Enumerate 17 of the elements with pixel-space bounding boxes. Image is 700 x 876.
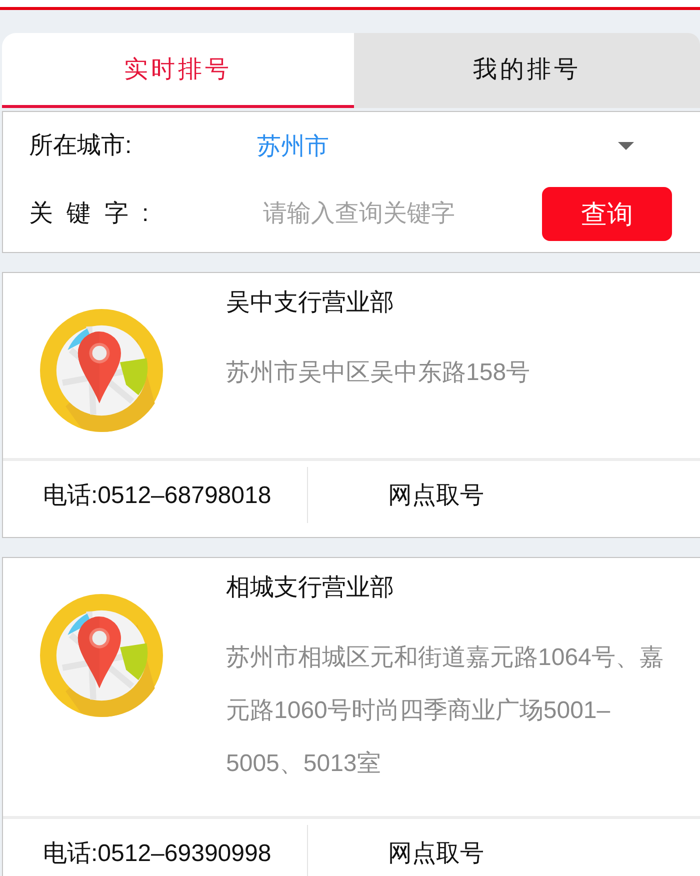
caret-icon bbox=[618, 142, 634, 150]
map-pin-icon bbox=[40, 309, 163, 432]
branch-name: 吴中支行营业部 bbox=[226, 288, 395, 318]
phone-number: 电话:0512–69390998 bbox=[43, 839, 272, 869]
branch-name: 相城支行营业部 bbox=[226, 573, 395, 603]
keyword-label: 关 键 字 : bbox=[29, 199, 150, 229]
city-label: 所在城市: bbox=[29, 131, 133, 161]
tab[interactable]: 实时排号 bbox=[2, 33, 354, 108]
branch-address: 苏州市相城区元和街道嘉元路1064号、嘉元路1060号时尚四季商业广场5001–5005、5013室 bbox=[226, 643, 664, 779]
query-button[interactable]: 查询 bbox=[542, 187, 672, 241]
map-pin-icon bbox=[40, 594, 163, 717]
keyword-input[interactable]: 请输入查询关键字 bbox=[257, 192, 527, 236]
take-number-button[interactable]: 网点取号 bbox=[388, 837, 484, 869]
tab[interactable]: 我的排号 bbox=[354, 33, 700, 108]
branch-address: 苏州市吴中区吴中东路158号 bbox=[226, 358, 532, 388]
phone-number: 电话:0512–68798018 bbox=[43, 481, 272, 511]
take-number-button[interactable]: 网点取号 bbox=[388, 479, 484, 511]
